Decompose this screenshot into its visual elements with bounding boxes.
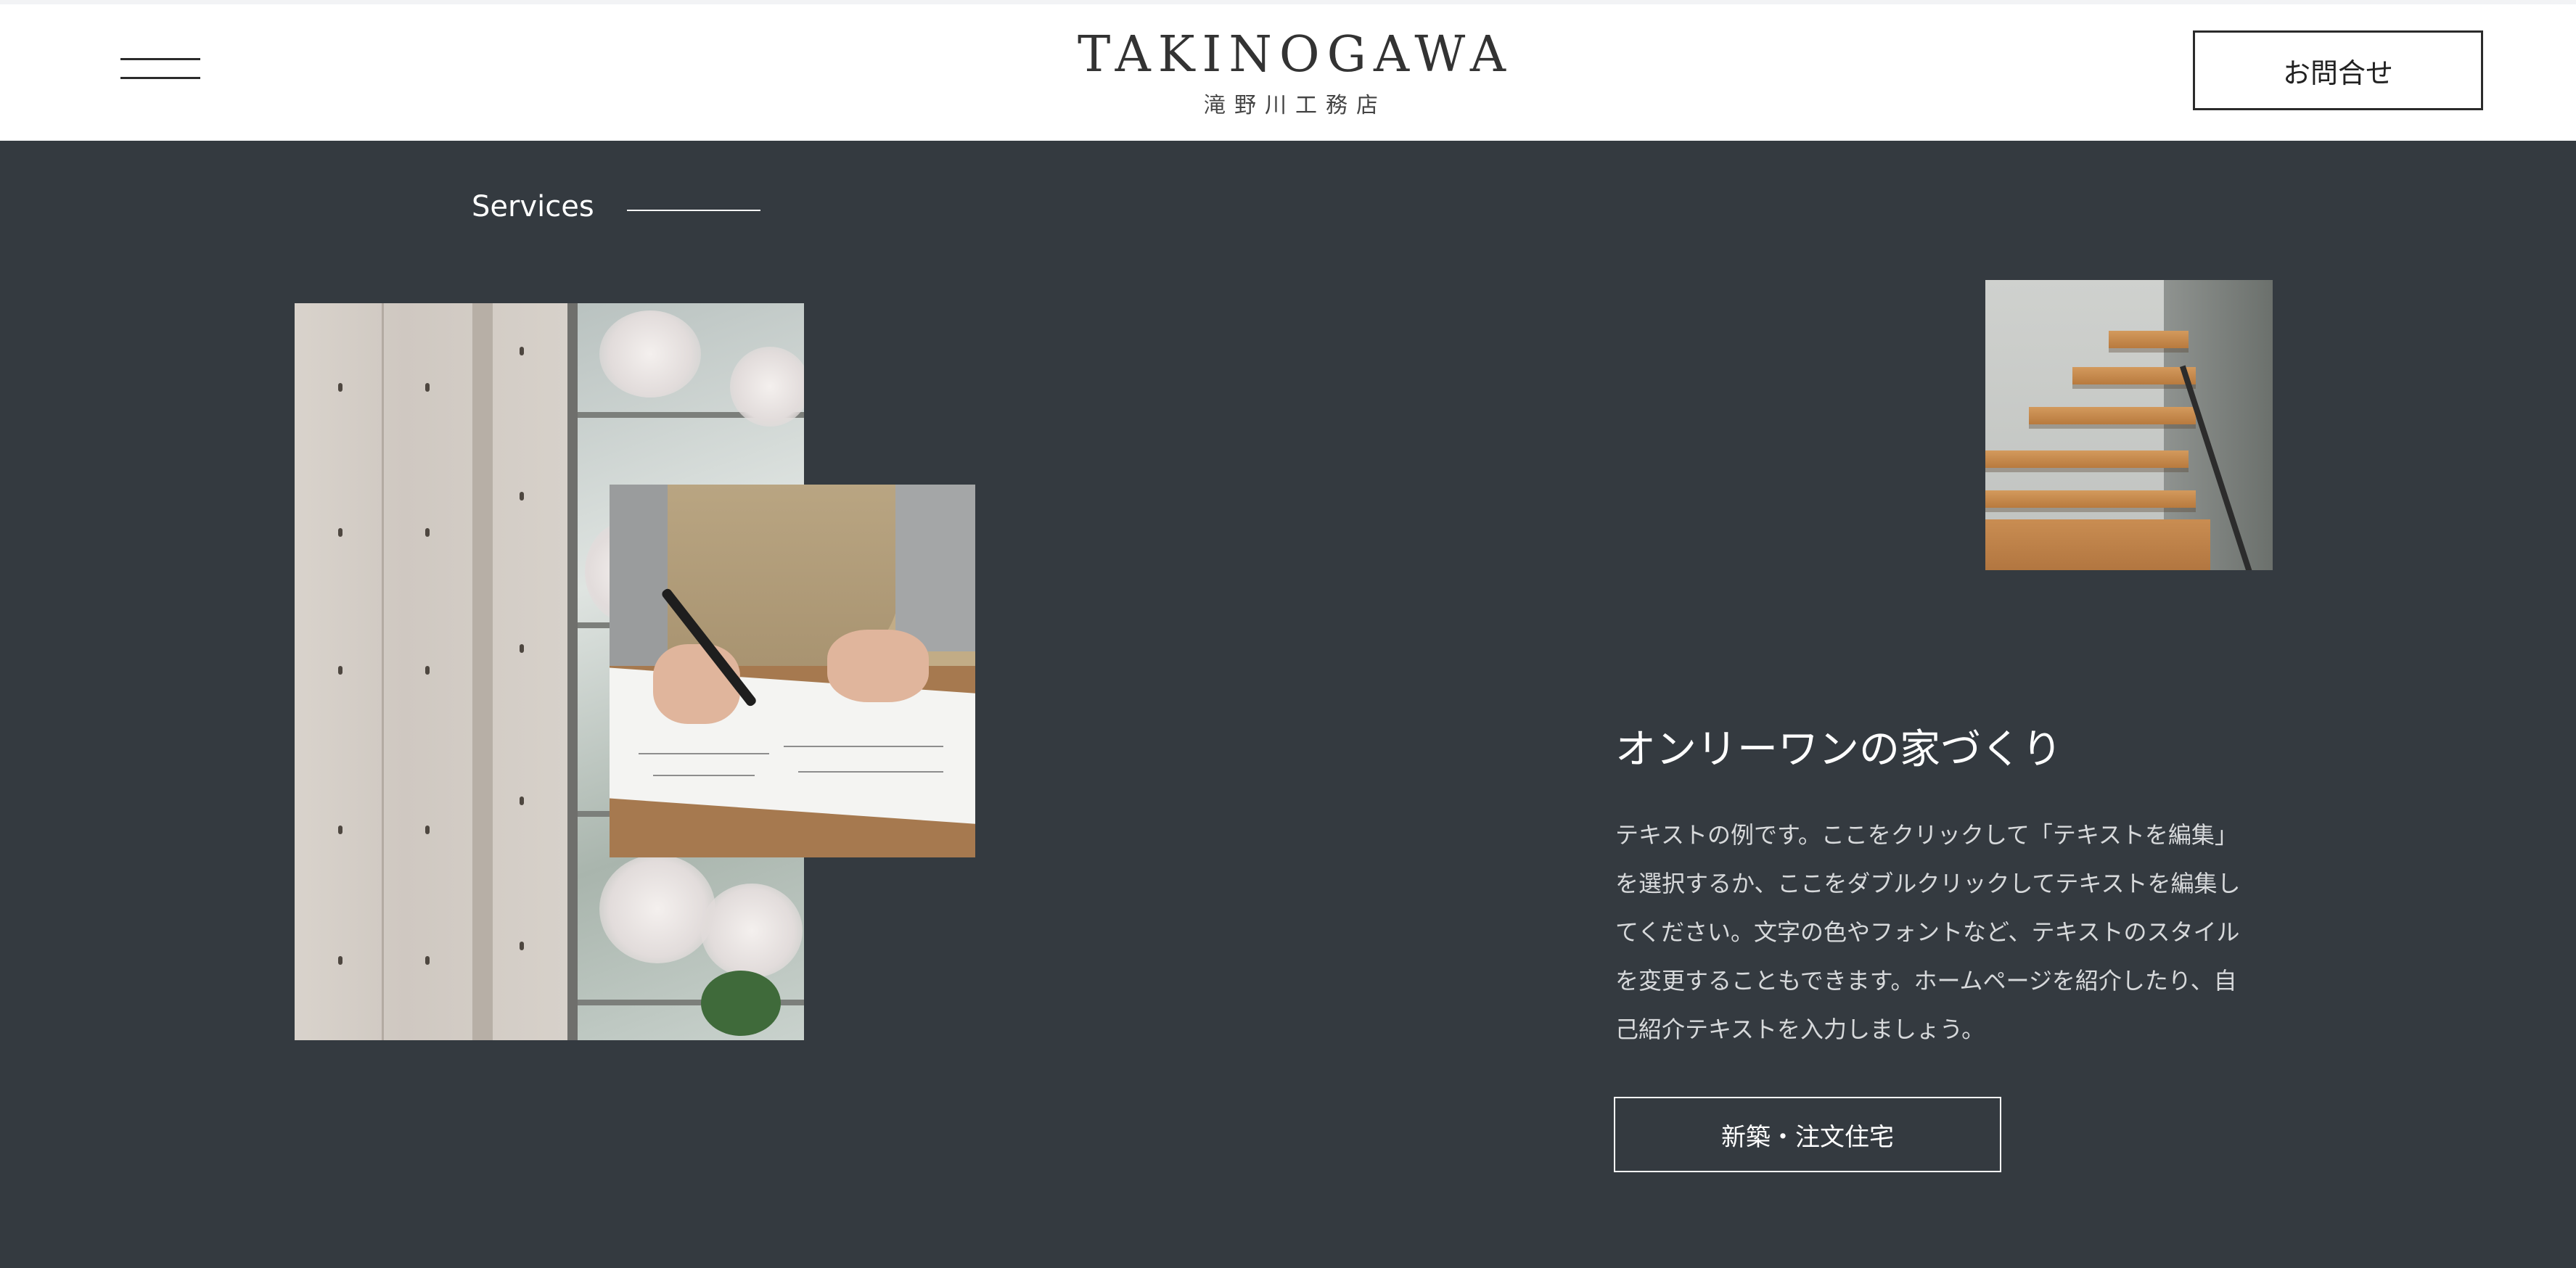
contact-button[interactable]: お問合せ — [2193, 30, 2483, 110]
section-divider-line — [627, 210, 760, 211]
section-label: Services — [472, 190, 594, 223]
drafting-hands-photo — [610, 485, 975, 857]
new-construction-button[interactable]: 新築・注文住宅 — [1614, 1097, 2001, 1172]
brand-name: TAKINOGAWA — [1078, 26, 1513, 83]
body-line: を変更することもできます。ホームページを紹介したり、自 — [1615, 967, 2237, 995]
body-line: を選択するか、ここをダブルクリックしてテキストを編集し — [1615, 870, 2241, 897]
body-line: 己紹介テキストを入力しましょう。 — [1615, 1016, 1985, 1043]
body-line: テキストの例です。ここをクリックして「テキストを編集」 — [1615, 821, 2238, 849]
hamburger-menu-icon[interactable] — [120, 55, 200, 81]
staircase-photo — [1985, 280, 2273, 570]
brand-logo[interactable]: TAKINOGAWA 滝野川工務店 — [1016, 26, 1575, 119]
feature-body-text: テキストの例です。ここをクリックして「テキストを編集」 を選択するか、ここをダブ… — [1615, 811, 2247, 1054]
site-header: TAKINOGAWA 滝野川工務店 お問合せ — [0, 0, 2576, 141]
brand-subtitle: 滝野川工務店 — [1204, 93, 1387, 118]
menu-bar-top — [120, 58, 200, 60]
menu-bar-bottom — [120, 77, 200, 79]
feature-heading: オンリーワンの家づくり — [1615, 726, 2062, 773]
body-line: てください。文字の色やフォントなど、テキストのスタイル — [1615, 918, 2240, 946]
